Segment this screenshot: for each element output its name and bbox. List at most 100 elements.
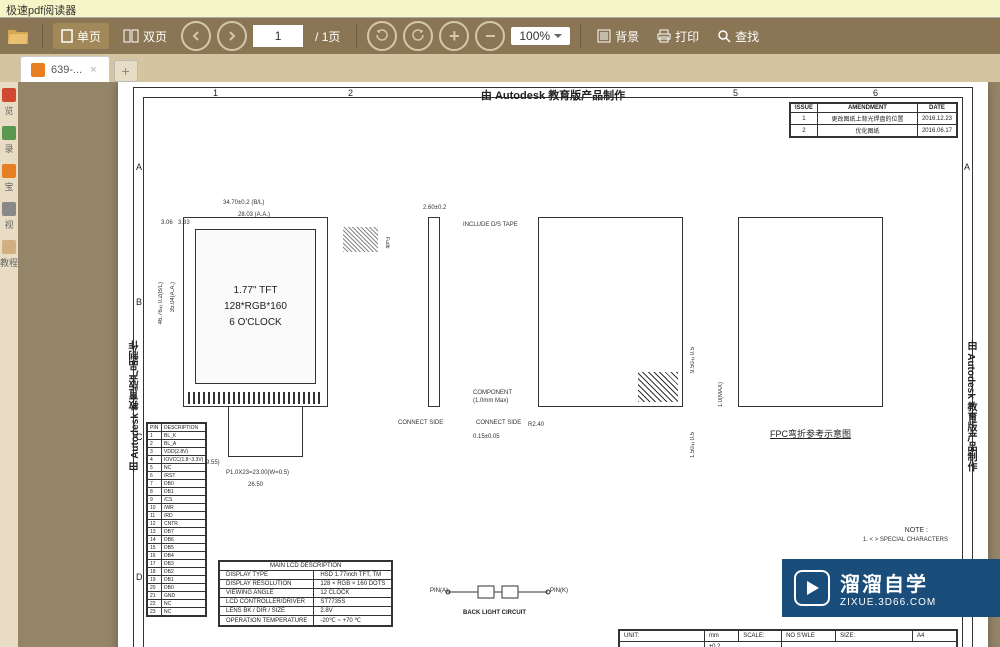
- backlight-label: BACK LIGHT CIRCUIT: [463, 610, 526, 616]
- pin-k-label: PIN(K): [550, 588, 568, 594]
- open-folder-icon[interactable]: [4, 22, 32, 50]
- plus-icon: +: [122, 63, 130, 79]
- backlight-circuit: PIN(A) PIN(K) BACK LIGHT CIRCUIT: [438, 582, 558, 612]
- tft-fold-view: FPC弯折参考示意图: [738, 217, 883, 407]
- watermark-title: 溜溜自学: [840, 568, 936, 597]
- dim-outer-h: 46.76±0.2(B/L): [158, 282, 164, 324]
- search-icon: [717, 29, 731, 43]
- tab-close-button[interactable]: ×: [88, 64, 98, 76]
- sidebar-icon: [2, 164, 16, 178]
- document-tab[interactable]: 639-... ×: [20, 56, 110, 82]
- dim-outer-w: 34.70±0.2 (B/L): [223, 200, 264, 206]
- pin-a-label: PIN(A): [430, 588, 448, 594]
- dim-comp-note: (1.0mm Max): [473, 398, 508, 404]
- single-page-label: 单页: [77, 28, 101, 45]
- search-label: 查找: [735, 28, 759, 45]
- side-outline: [428, 217, 440, 407]
- sidebar-icon: [2, 240, 16, 254]
- dim-pitch: P1.0X23=23.00(W=0.5): [226, 470, 289, 476]
- title-block: UNIT:mm SCALE:NO S'WLE SIZE:A4 GENERAL T…: [618, 629, 958, 647]
- tft-side-view: [428, 217, 440, 407]
- chevron-down-icon: [554, 34, 562, 39]
- front-fpc: [228, 407, 303, 457]
- sidebar-item-4[interactable]: 教程: [0, 236, 18, 272]
- sidebar-icon: [2, 126, 16, 140]
- dim-gap2: 3.33: [178, 220, 190, 226]
- note-label: NOTE :: [905, 527, 928, 534]
- grid-letter-a-r: A: [964, 162, 970, 172]
- dim-tape: INCLUDE D/S TAPE: [463, 222, 518, 228]
- dim-inner-h: 35.04(A.A.): [170, 282, 176, 312]
- separator: [580, 24, 581, 48]
- dim-fold-h: 9.50±0.5: [690, 347, 696, 373]
- rotate-right-button[interactable]: [403, 21, 433, 51]
- dim-inner-w: 28.03 (A.A.): [238, 212, 270, 218]
- grid-num-1: 1: [213, 88, 218, 98]
- grid-num-5: 5: [733, 88, 738, 98]
- print-label: 打印: [675, 28, 699, 45]
- new-tab-button[interactable]: +: [114, 60, 138, 82]
- sidebar-item-3[interactable]: 视: [0, 198, 18, 234]
- zoom-out-button[interactable]: −: [475, 21, 505, 51]
- rotate-left-button[interactable]: [367, 21, 397, 51]
- separator: [42, 24, 43, 48]
- description-table: MAIN LCD DESCRIPTION DISPLAY TYPEHSD 1.7…: [218, 560, 393, 627]
- print-icon: [657, 29, 671, 43]
- fold-label: FPC弯折参考示意图: [738, 427, 883, 440]
- tab-label: 639-...: [51, 64, 82, 76]
- sidebar-item-2[interactable]: 宝: [0, 160, 18, 196]
- app-title: 极速pdf阅读器: [6, 5, 76, 17]
- dim-connect: CONNECT SIDE: [398, 420, 443, 426]
- sidebar-item-0[interactable]: 览: [0, 84, 18, 120]
- print-button[interactable]: 打印: [651, 28, 705, 45]
- dim-foam: Fudb: [384, 237, 390, 248]
- grid-letter-c-l: C: [136, 432, 143, 442]
- watermark-badge: 溜溜自学 ZIXUE.3D66.COM: [782, 559, 1000, 617]
- back-hatch: [638, 372, 678, 402]
- dim-r: R2.40: [528, 422, 544, 428]
- main-toolbar: 单页 双页 / 1页 + − 100% 背景 打印 查找: [0, 18, 1000, 54]
- front-pins: [188, 392, 323, 404]
- dim-conn-side: CONNECT SIDE: [476, 420, 521, 426]
- background-label: 背景: [615, 28, 639, 45]
- autodesk-left: 由 Autodesk 教育版产品制作: [128, 340, 143, 471]
- pin-table: PINDESCRIPTION1BL_K2BL_A3VDD(2.8V)4IOVCC…: [146, 422, 207, 617]
- next-page-button[interactable]: [217, 21, 247, 51]
- double-page-label: 双页: [143, 28, 167, 45]
- sidebar-item-1[interactable]: 录: [0, 122, 18, 158]
- tab-bar: 639-... × +: [0, 54, 1000, 82]
- back-outline: [538, 217, 683, 407]
- tft-back-view: [538, 217, 683, 407]
- prev-page-button[interactable]: [181, 21, 211, 51]
- dim-fold-h2: 1.50±0.5: [690, 432, 696, 458]
- page-number-input[interactable]: [253, 25, 303, 47]
- single-page-button[interactable]: 单页: [53, 23, 109, 49]
- autodesk-right: 由 Autodesk 教育版产品制作: [963, 340, 978, 471]
- dim-thickness: 0.15±0.05: [473, 434, 500, 440]
- grid-letter-a-l: A: [136, 162, 142, 172]
- fold-outline: [738, 217, 883, 407]
- tft-label-2: 128*RGB*160: [224, 299, 287, 315]
- dim-fpc-w: 26.50: [248, 482, 263, 488]
- zoom-dropdown[interactable]: 100%: [511, 27, 570, 45]
- sidebar-icon: [2, 202, 16, 216]
- revision-table: ISSUEAMENDMENTDATE 1更改图纸上背光焊盘的位置2016.12.…: [789, 102, 958, 138]
- double-page-button[interactable]: 双页: [115, 23, 175, 49]
- dim-bend-max: 1.0(MAX): [718, 382, 724, 407]
- page-total-label: / 1页: [309, 28, 346, 45]
- zoom-value: 100%: [519, 29, 550, 43]
- grid-num-2: 2: [348, 88, 353, 98]
- dim-component: COMPONENT: [473, 390, 512, 396]
- background-button[interactable]: 背景: [591, 28, 645, 45]
- grid-num-6: 6: [873, 88, 878, 98]
- grid-letter-d-l: D: [136, 572, 143, 582]
- separator: [356, 24, 357, 48]
- left-sidebar: 览 录 宝 视 教程: [0, 82, 18, 647]
- watermark-url: ZIXUE.3D66.COM: [840, 597, 936, 608]
- autodesk-header: 由 Autodesk 教育版产品制作: [481, 87, 625, 103]
- search-button[interactable]: 查找: [711, 28, 765, 45]
- front-active-area: 1.77" TFT 128*RGB*160 6 O'CLOCK: [195, 229, 316, 384]
- tft-label-1: 1.77" TFT: [234, 283, 278, 299]
- pdf-icon: [31, 63, 45, 77]
- zoom-in-button[interactable]: +: [439, 21, 469, 51]
